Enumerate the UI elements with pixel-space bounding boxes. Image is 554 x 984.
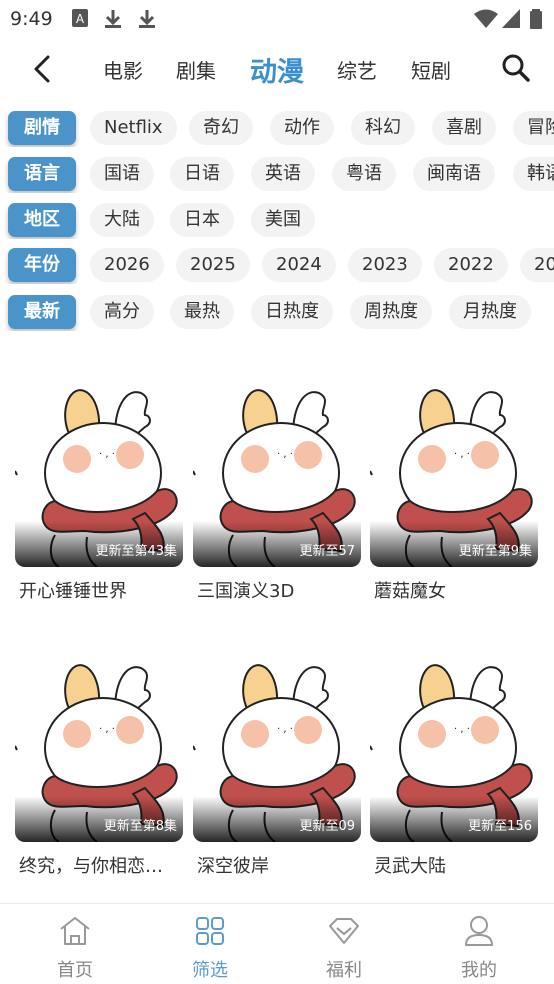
bottom-nav-label: 首页 [57,960,93,981]
chevron-left-icon[interactable] [28,54,56,84]
filter-label-genre: 剧情 [8,111,76,145]
filter-chip[interactable]: 动作 [270,111,334,145]
media-card[interactable]: · , · 更新至09 深空彼岸 [193,660,361,878]
wifi-icon [474,9,498,28]
media-title: 深空彼岸 [197,856,269,877]
media-title: 灵武大陆 [374,856,446,877]
bottom-nav-label: 筛选 [192,960,228,981]
svg-text:· , ·: · , · [99,449,115,460]
filter-chip[interactable]: 日热度 [251,295,333,329]
episode-badge: 更新至57 [299,544,355,559]
filter-label-region: 地区 [8,203,76,237]
media-title: 终究，与你相恋… [19,856,163,877]
filter-chip[interactable]: 英语 [251,157,315,191]
episode-badge: 更新至156 [468,819,532,834]
media-title: 蘑菇魔女 [374,581,446,602]
filter-label-sort: 最新 [8,295,76,329]
user-icon [465,916,493,946]
media-card[interactable]: · , · 更新至156 灵武大陆 [370,660,538,878]
filter-chip[interactable]: 日本 [170,203,234,237]
poster-thumbnail: · , · 更新至156 [370,660,538,842]
tab-variety[interactable]: 综艺 [337,55,377,84]
media-card[interactable]: · , · 更新至第9集 蘑菇魔女 [370,385,538,603]
bottom-nav-profile[interactable]: 我的 [434,914,524,982]
filter-chip[interactable]: 大陆 [90,203,154,237]
filter-row-language: 语言 国语 日语 英语 粤语 闽南语 韩语 [0,155,554,193]
svg-text:· , ·: · , · [277,724,293,735]
gift-icon [329,918,359,944]
poster-thumbnail: · , · 更新至第43集 [15,385,183,567]
notification-a-icon: A [72,9,88,27]
media-card[interactable]: · , · 更新至第8集 终究，与你相恋… [15,660,183,878]
filter-chip[interactable]: 科幻 [351,111,415,145]
filter-row-region: 地区 大陆 日本 美国 [0,201,554,239]
filter-chip[interactable]: 2024 [262,248,336,282]
filter-chip[interactable]: 闽南语 [413,157,495,191]
filter-chip[interactable]: 月热度 [449,295,531,329]
filter-chip[interactable]: 国语 [90,157,154,191]
episode-badge: 更新至第43集 [95,544,177,559]
bottom-nav-label: 福利 [326,960,362,981]
grid-icon [196,917,224,945]
filter-row-genre: 剧情 Netflix 奇幻 动作 科幻 喜剧 冒险 [0,109,554,147]
filter-chip[interactable]: 喜剧 [432,111,496,145]
status-bar: 9:49 A [0,0,554,38]
filter-chip[interactable]: 冒险 [513,111,554,145]
filter-row-sort: 最新 高分 最热 日热度 周热度 月热度 [0,293,554,331]
filter-chip[interactable]: 奇幻 [189,111,253,145]
episode-badge: 更新至第8集 [103,819,177,834]
signal-icon [502,9,520,28]
media-card[interactable]: · , · 更新至第43集 开心锤锤世界 [15,385,183,603]
filter-chip[interactable]: 2023 [348,248,422,282]
svg-text:A: A [76,12,85,26]
filter-chip[interactable]: 粤语 [332,157,396,191]
search-icon[interactable] [500,52,532,84]
media-title: 三国演义3D [197,581,295,602]
bottom-nav-welfare[interactable]: 福利 [299,914,389,982]
episode-badge: 更新至第9集 [458,544,532,559]
bottom-nav-filter[interactable]: 筛选 [165,914,255,982]
filter-chip[interactable]: 韩语 [513,157,554,191]
download-icon [139,10,155,28]
svg-text:· , ·: · , · [454,724,470,735]
bottom-nav-label: 我的 [461,960,497,981]
filter-chip[interactable]: 2022 [434,248,508,282]
battery-icon [530,9,542,29]
filter-chip[interactable]: 日语 [170,157,234,191]
poster-thumbnail: · , · 更新至第8集 [15,660,183,842]
filter-chip[interactable]: 美国 [251,203,315,237]
svg-text:· , ·: · , · [454,449,470,460]
media-card[interactable]: · , · 更新至57 三国演义3D [193,385,361,603]
svg-text:· , ·: · , · [277,449,293,460]
episode-badge: 更新至09 [299,819,355,834]
poster-thumbnail: · , · 更新至09 [193,660,361,842]
tab-anime[interactable]: 动漫 [250,50,304,89]
filter-chip[interactable]: 周热度 [350,295,432,329]
filter-row-year: 年份 2026 2025 2024 2023 2022 2021 [0,246,554,284]
filter-chip[interactable]: 最热 [170,295,234,329]
top-nav: 电影 剧集 动漫 综艺 短剧 [0,40,554,98]
poster-thumbnail: · , · 更新至57 [193,385,361,567]
media-title: 开心锤锤世界 [19,581,127,602]
filter-label-language: 语言 [8,157,76,191]
filter-chip[interactable]: 2025 [176,248,250,282]
home-icon [60,917,90,945]
filter-label-year: 年份 [8,248,76,282]
filter-chip[interactable]: 高分 [90,295,154,329]
filter-chip[interactable]: Netflix [90,111,177,145]
poster-thumbnail: · , · 更新至第9集 [370,385,538,567]
bottom-nav-home[interactable]: 首页 [30,914,120,982]
download-icon [105,10,121,28]
bottom-nav: 首页 筛选 福利 我的 [0,903,554,984]
svg-text:· , ·: · , · [99,724,115,735]
filter-chip[interactable]: 2021 [520,248,554,282]
tab-movies[interactable]: 电影 [103,55,143,84]
tab-short-drama[interactable]: 短剧 [411,55,451,84]
status-time: 9:49 [10,8,53,30]
filter-chip[interactable]: 2026 [90,248,164,282]
tab-series[interactable]: 剧集 [176,55,216,84]
